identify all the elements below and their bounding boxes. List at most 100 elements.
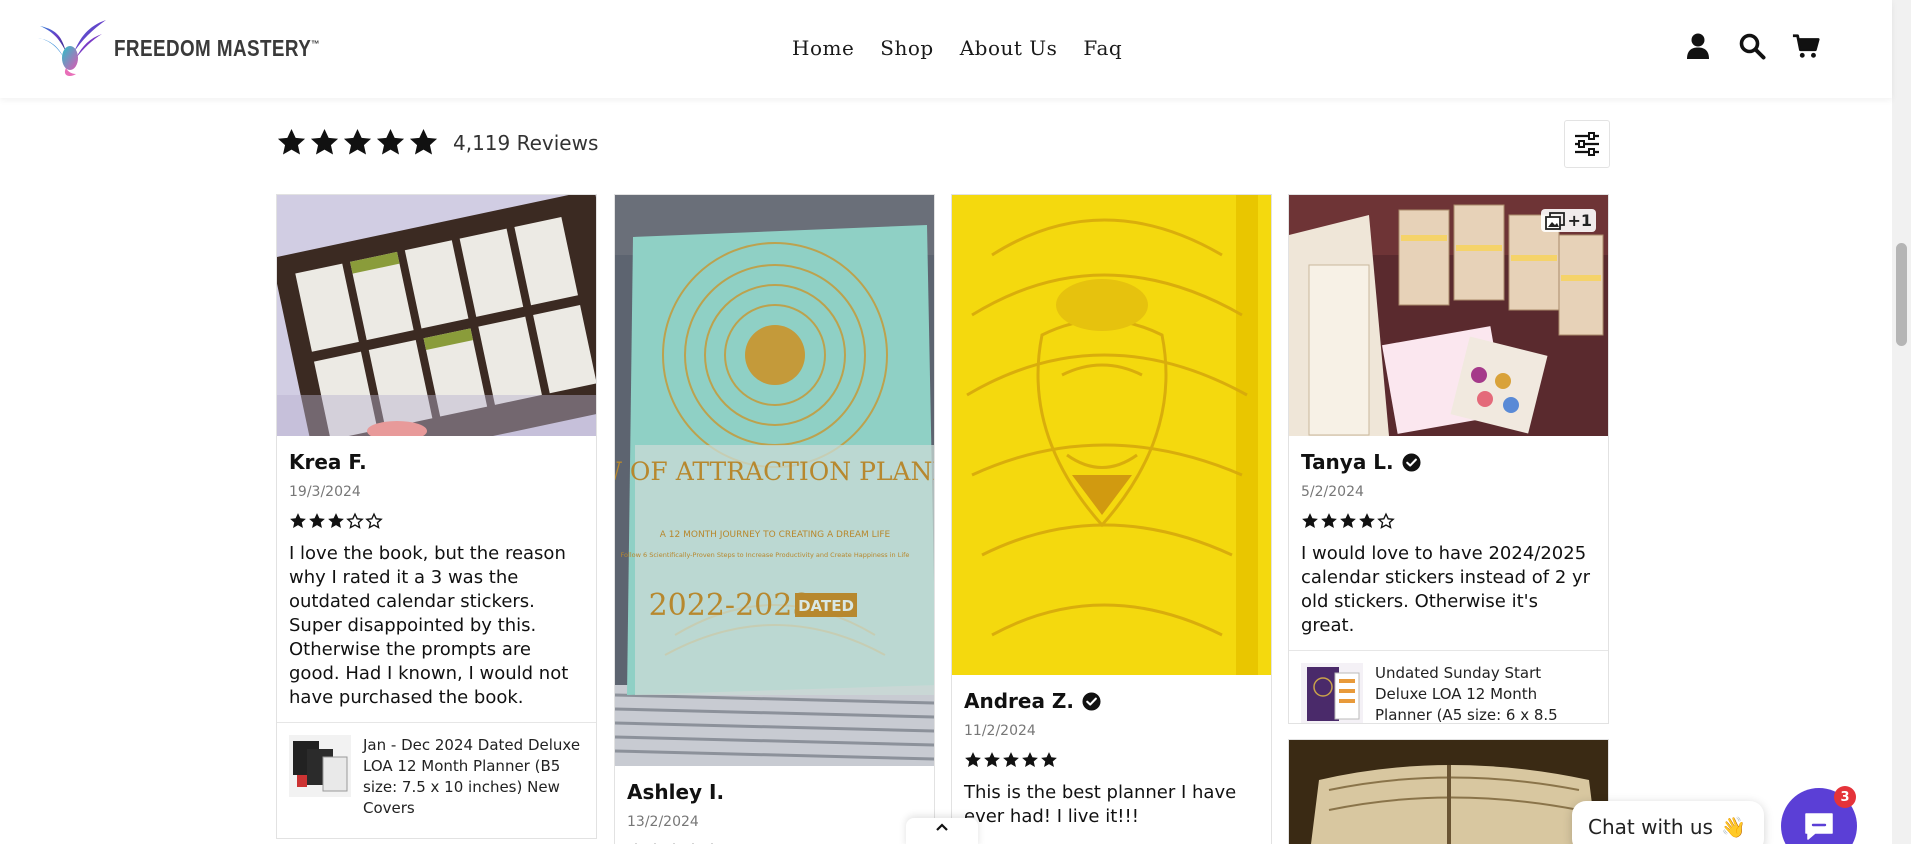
verified-badge-icon	[1402, 452, 1421, 472]
product-name: Undated Sunday Start Deluxe LOA 12 Month…	[1375, 664, 1558, 724]
reviewed-product[interactable]: Undated Sunday Start Deluxe LOA 12 Month…	[1289, 650, 1608, 724]
chat-bubble-icon	[1805, 813, 1833, 840]
law-of-attraction-planner-photo: LAW OF ATTRACTION PLANNER A 12 MONTH JOU…	[615, 195, 934, 766]
review-card[interactable]: LAW OF ATTRACTION PLANNER A 12 MONTH JOU…	[614, 194, 935, 844]
yellow-lion-planner-photo	[952, 195, 1271, 675]
star-filled-icon	[984, 752, 1000, 767]
planner-tagline: Follow 6 Scientifically-Proven Steps to …	[621, 551, 910, 559]
reviewed-product[interactable]: Jan - Dec 2024 Dated Deluxe LOA 12 Month…	[277, 722, 596, 831]
star-icon	[376, 128, 405, 155]
review-card[interactable]: +1 Tanya L. 5/2/2024 I would love to hav…	[1288, 194, 1609, 724]
review-photo[interactable]	[277, 195, 596, 436]
site-header: FREEDOM MASTERY™ Home Shop About Us Faq	[0, 0, 1892, 98]
review-stars	[964, 751, 1259, 769]
reviewer-name: Andrea Z.	[964, 689, 1259, 713]
review-photo[interactable]	[952, 195, 1271, 675]
nav-shop[interactable]: Shop	[880, 36, 933, 60]
reviewer-name: Tanya L.	[1301, 450, 1596, 474]
reviewer-name: Ashley I.	[627, 780, 922, 804]
reviewer-name-text: Tanya L.	[1301, 450, 1394, 474]
header-actions	[1684, 32, 1820, 60]
calendar-stickers-photo	[277, 195, 596, 436]
review-stars	[289, 512, 584, 530]
star-empty-icon	[346, 512, 364, 529]
nav-faq[interactable]: Faq	[1083, 36, 1122, 60]
waving-hand-icon: 👋	[1720, 815, 1746, 839]
review-body: Tanya L. 5/2/2024 I would love to have 2…	[1289, 436, 1608, 650]
star-filled-icon	[1022, 752, 1038, 767]
star-filled-icon	[328, 513, 344, 528]
sliders-icon	[1575, 132, 1599, 156]
star-filled-icon	[309, 513, 325, 528]
star-filled-icon	[1003, 752, 1019, 767]
review-body: Andrea Z. 11/2/2024 This is the best pla…	[952, 675, 1271, 841]
planner-subtitle: A 12 MONTH JOURNEY TO CREATING A DREAM L…	[660, 530, 891, 540]
chat-with-us-label[interactable]: Chat with us 👋	[1572, 801, 1764, 844]
filter-button[interactable]	[1564, 120, 1610, 168]
planner-years: 2022-2023	[649, 588, 812, 623]
nav-home[interactable]: Home	[792, 36, 854, 60]
product-name: Jan - Dec 2024 Dated Deluxe LOA 12 Month…	[363, 736, 581, 817]
nav-about-us[interactable]: About Us	[960, 36, 1058, 60]
star-icon	[277, 128, 306, 155]
chevron-up-icon	[936, 823, 948, 831]
review-date: 13/2/2024	[627, 814, 699, 830]
reviewer-name-text: Ashley I.	[627, 780, 725, 804]
average-rating-stars	[276, 127, 439, 158]
main-nav: Home Shop About Us Faq	[792, 36, 1122, 60]
review-text: This is the best planner I have ever had…	[964, 782, 1237, 827]
more-photos-badge[interactable]: +1	[1541, 209, 1596, 232]
star-filled-icon	[1041, 752, 1057, 767]
review-card[interactable]	[1288, 739, 1609, 844]
review-photo[interactable]	[1289, 740, 1608, 844]
unread-count-badge: 3	[1834, 786, 1856, 808]
review-text: I would love to have 2024/2025 calendar …	[1301, 543, 1591, 636]
phoenix-logo-icon	[38, 20, 106, 76]
star-filled-icon	[1359, 513, 1375, 528]
star-filled-icon	[1321, 513, 1337, 528]
brand-logo[interactable]: FREEDOM MASTERY™	[36, 18, 365, 78]
search-icon[interactable]	[1738, 32, 1766, 60]
star-filled-icon	[1340, 513, 1356, 528]
review-text: I love the book, but the reason why I ra…	[289, 543, 569, 708]
review-card[interactable]: Andrea Z. 11/2/2024 This is the best pla…	[951, 194, 1272, 844]
review-date: 5/2/2024	[1301, 484, 1364, 500]
star-icon	[343, 128, 372, 155]
trademark: ™	[311, 38, 320, 50]
verified-badge-icon	[1082, 691, 1101, 711]
star-empty-icon	[1377, 512, 1395, 529]
brand-name: FREEDOM MASTERY™	[114, 35, 320, 62]
review-stars	[1301, 512, 1596, 530]
open-planner-photo	[1289, 740, 1608, 844]
account-icon[interactable]	[1684, 32, 1712, 60]
chat-label-text: Chat with us	[1588, 815, 1713, 839]
reviewer-name-text: Krea F.	[289, 450, 367, 474]
scrollbar-thumb[interactable]	[1896, 243, 1907, 346]
more-photos-count: +1	[1567, 211, 1592, 230]
reviewer-name: Krea F.	[289, 450, 584, 474]
planner-title: LAW OF ATTRACTION PLANNER	[615, 457, 934, 486]
star-filled-icon	[1302, 513, 1318, 528]
star-empty-icon	[365, 512, 383, 529]
star-icon	[310, 128, 339, 155]
images-icon	[1545, 211, 1566, 230]
review-card[interactable]: Krea F. 19/3/2024 I love the book, but t…	[276, 194, 597, 839]
reviews-summary: 4,119 Reviews	[276, 127, 598, 158]
brand-name-text: FREEDOM MASTERY	[114, 34, 312, 61]
planner-dated: DATED	[798, 597, 854, 615]
review-body: Krea F. 19/3/2024 I love the book, but t…	[277, 436, 596, 722]
review-count: 4,119 Reviews	[453, 130, 599, 155]
scroll-up-button[interactable]	[906, 818, 978, 844]
review-date: 19/3/2024	[289, 484, 361, 500]
review-photo[interactable]: LAW OF ATTRACTION PLANNER A 12 MONTH JOU…	[615, 195, 934, 766]
cart-icon[interactable]	[1792, 32, 1820, 60]
page-scrollbar[interactable]	[1892, 0, 1911, 844]
product-thumbnail	[1301, 663, 1363, 723]
reviewer-name-text: Andrea Z.	[964, 689, 1075, 713]
review-photo[interactable]: +1	[1289, 195, 1608, 436]
star-filled-icon	[290, 513, 306, 528]
star-icon	[409, 128, 438, 155]
review-body: Ashley I. 13/2/2024	[615, 766, 934, 844]
product-thumbnail	[289, 735, 351, 797]
star-filled-icon	[965, 752, 981, 767]
